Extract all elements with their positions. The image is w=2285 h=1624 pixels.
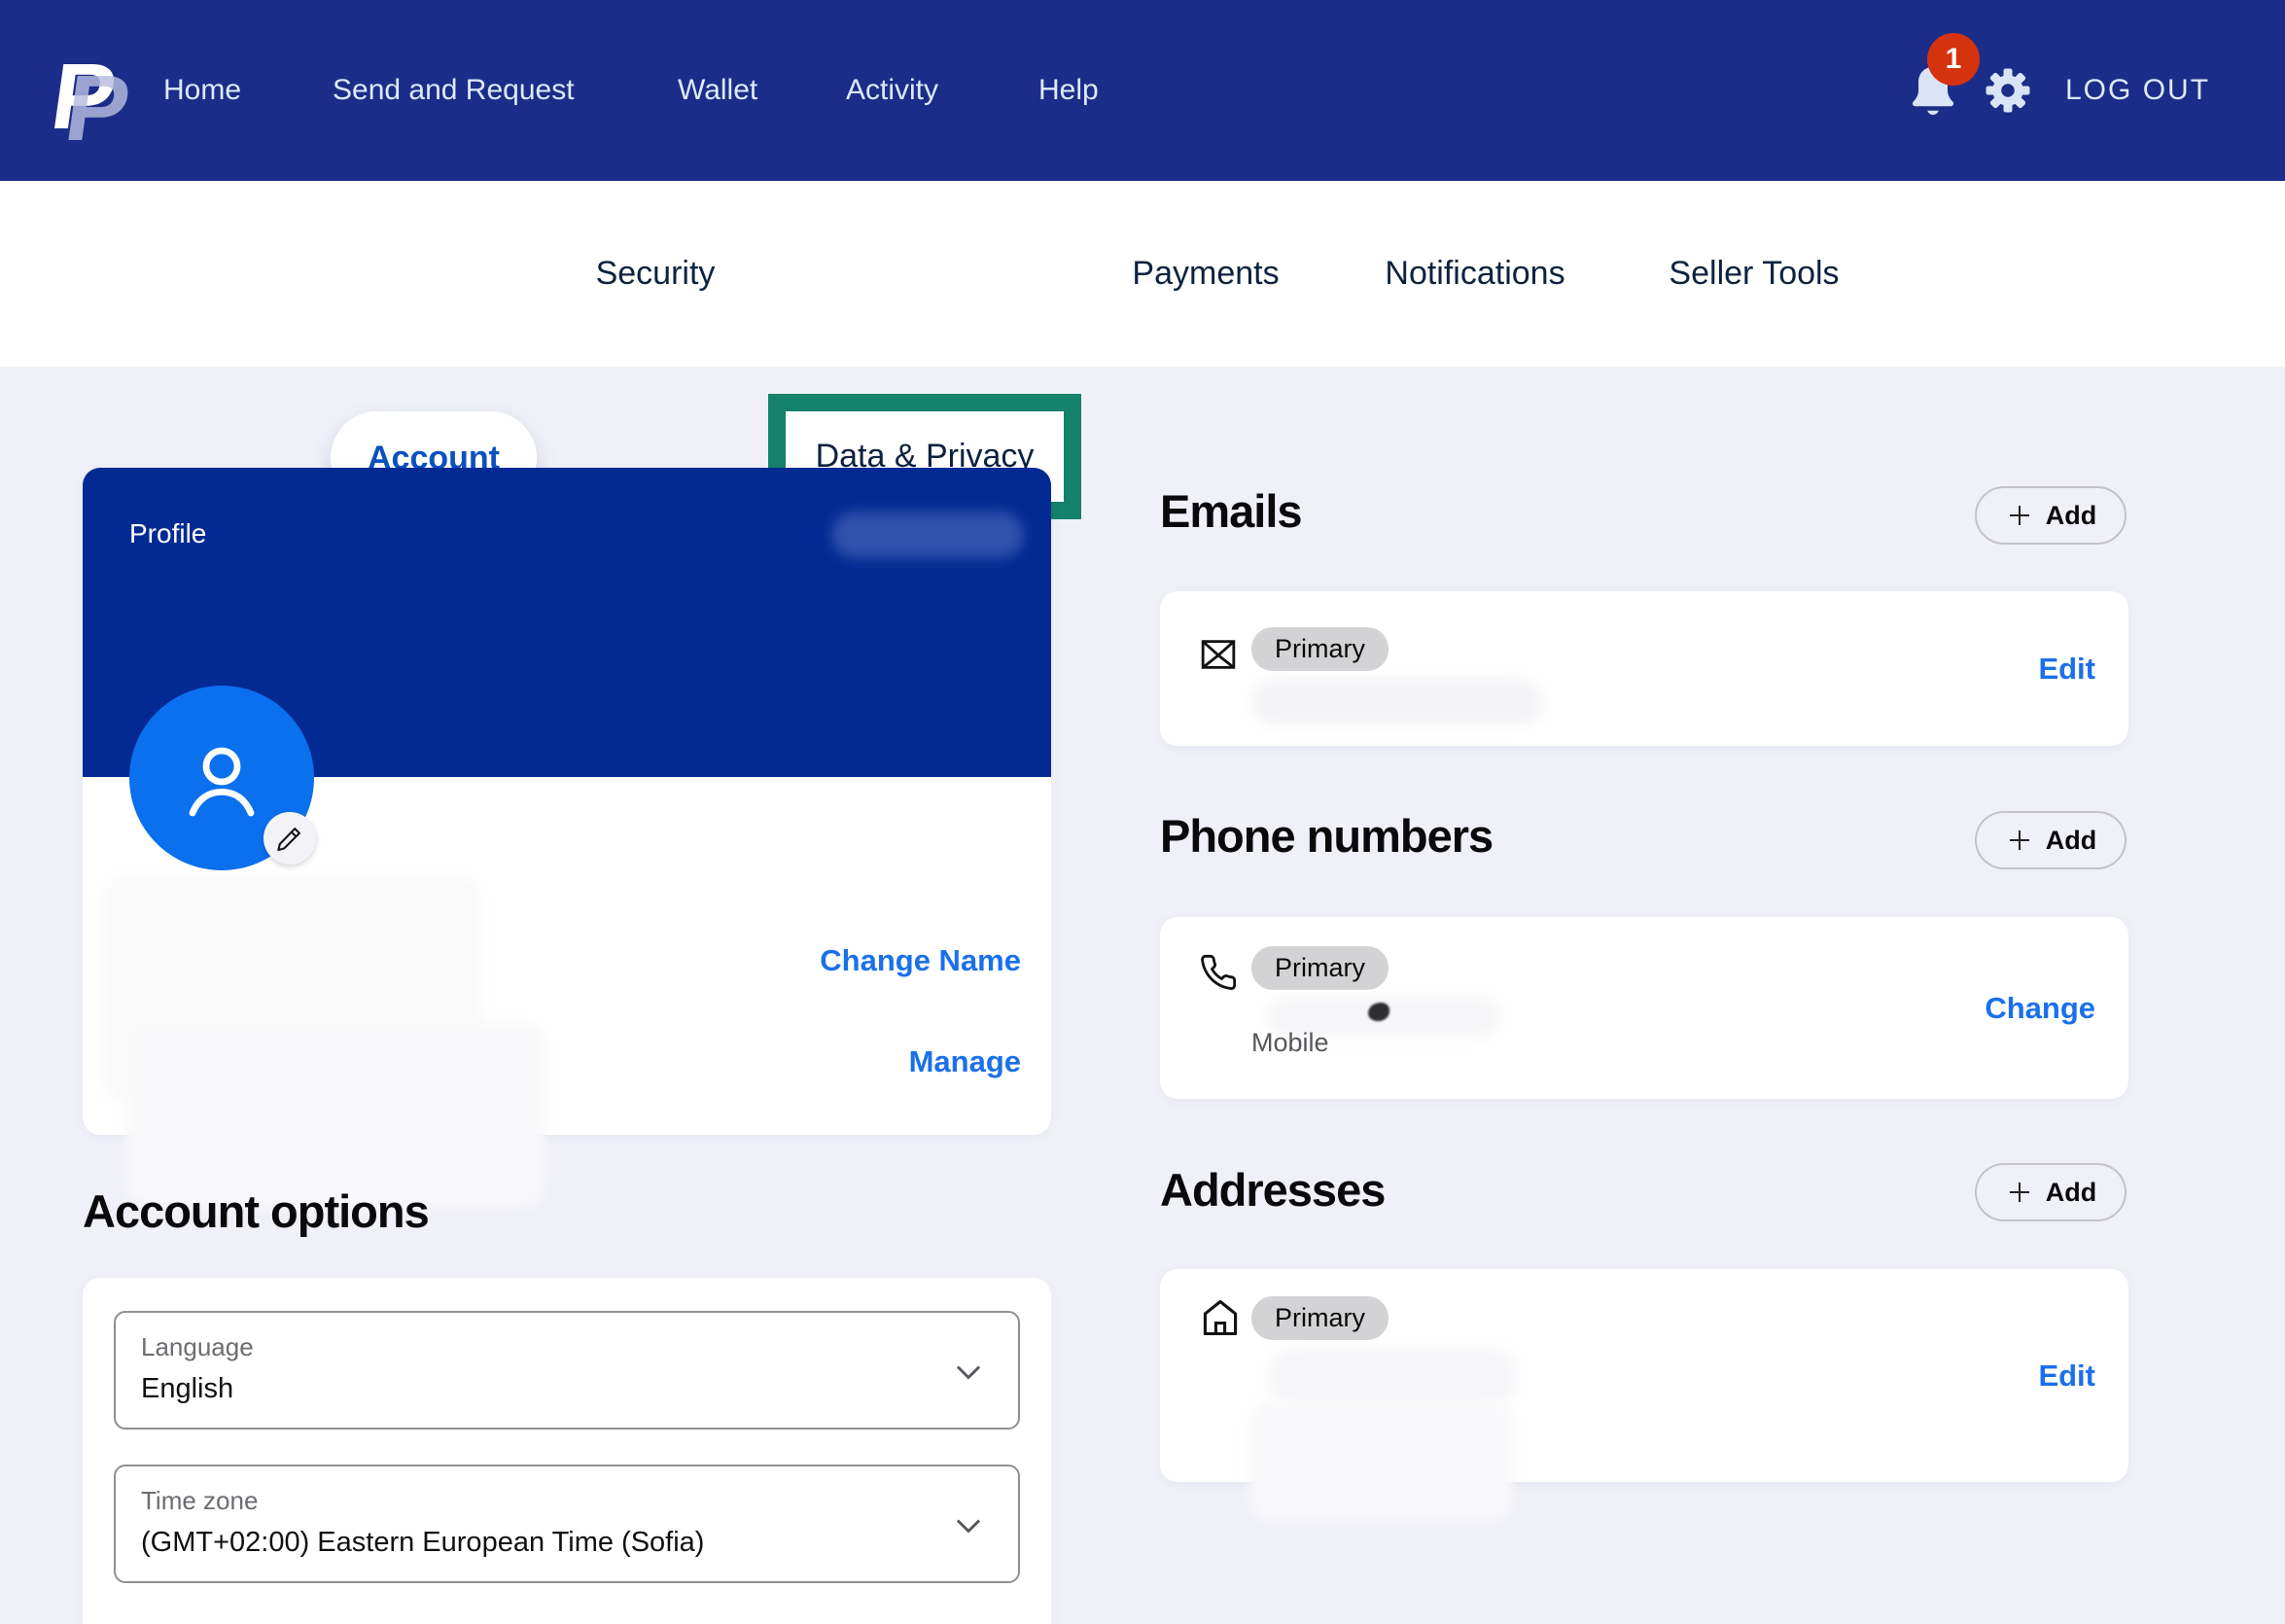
user-icon bbox=[175, 731, 268, 825]
redacted-address-line bbox=[1269, 1349, 1517, 1405]
phone-type-label: Mobile bbox=[1251, 1028, 1329, 1058]
envelope-icon bbox=[1199, 635, 1238, 674]
nav-item-help[interactable]: Help bbox=[1038, 0, 1099, 181]
primary-badge: Primary bbox=[1251, 1296, 1389, 1340]
nav-item-activity[interactable]: Activity bbox=[846, 0, 938, 181]
phone-icon bbox=[1199, 953, 1238, 992]
notification-count-badge: 1 bbox=[1927, 33, 1980, 86]
account-options-heading: Account options bbox=[83, 1184, 429, 1238]
edit-address-link[interactable]: Edit bbox=[2038, 1359, 2095, 1394]
change-phone-link[interactable]: Change bbox=[1985, 991, 2095, 1026]
language-select[interactable]: Language English bbox=[114, 1311, 1020, 1430]
language-value: English bbox=[141, 1373, 233, 1405]
add-address-label: Add bbox=[2046, 1178, 2096, 1208]
language-label: Language bbox=[141, 1332, 254, 1362]
emails-heading: Emails bbox=[1160, 484, 1302, 538]
edit-email-link[interactable]: Edit bbox=[2038, 652, 2095, 687]
redacted-account-name bbox=[831, 512, 1024, 558]
settings-gear-icon[interactable] bbox=[1982, 64, 2034, 117]
address-row-card: Primary Edit bbox=[1160, 1269, 2128, 1482]
addresses-heading: Addresses bbox=[1160, 1163, 1385, 1217]
phone-row-card: Primary Mobile Change bbox=[1160, 917, 2128, 1099]
pencil-icon bbox=[276, 825, 303, 852]
home-icon bbox=[1199, 1296, 1242, 1339]
phone-numbers-heading: Phone numbers bbox=[1160, 809, 1493, 863]
primary-badge: Primary bbox=[1251, 627, 1389, 671]
redacted-profile-text bbox=[126, 1022, 545, 1207]
redacted-address-line bbox=[1249, 1400, 1512, 1522]
chevron-down-icon bbox=[950, 1354, 987, 1391]
change-name-link[interactable]: Change Name bbox=[820, 943, 1021, 978]
add-email-label: Add bbox=[2046, 501, 2096, 531]
plus-icon bbox=[2005, 501, 2034, 530]
nav-item-wallet[interactable]: Wallet bbox=[678, 0, 757, 181]
settings-tabbar: Account Security Data & Privacy Payments… bbox=[0, 181, 2285, 367]
add-phone-label: Add bbox=[2046, 826, 2096, 856]
add-email-button[interactable]: Add bbox=[1975, 486, 2127, 545]
tab-notifications[interactable]: Notifications bbox=[1385, 181, 1564, 367]
tab-security[interactable]: Security bbox=[596, 181, 716, 367]
plus-icon bbox=[2005, 826, 2034, 855]
add-phone-button[interactable]: Add bbox=[1975, 811, 2127, 869]
nav-item-send-and-request[interactable]: Send and Request bbox=[333, 0, 575, 181]
add-address-button[interactable]: Add bbox=[1975, 1163, 2127, 1221]
primary-badge: Primary bbox=[1251, 946, 1389, 990]
plus-icon bbox=[2005, 1178, 2034, 1207]
tab-payments[interactable]: Payments bbox=[1132, 181, 1279, 367]
top-navbar: P P Home Send and Request Wallet Activit… bbox=[0, 0, 2285, 181]
time-zone-value: (GMT+02:00) Eastern European Time (Sofia… bbox=[141, 1527, 704, 1559]
profile-card: Profile Change Name Manage bbox=[83, 468, 1051, 1135]
nav-item-home[interactable]: Home bbox=[163, 0, 241, 181]
time-zone-select[interactable]: Time zone (GMT+02:00) Eastern European T… bbox=[114, 1465, 1020, 1583]
manage-link[interactable]: Manage bbox=[909, 1044, 1021, 1079]
chevron-down-icon bbox=[950, 1507, 987, 1544]
paypal-settings-page: P P Home Send and Request Wallet Activit… bbox=[0, 0, 2285, 1624]
email-row-card: Primary Edit bbox=[1160, 591, 2128, 746]
profile-title: Profile bbox=[129, 518, 206, 549]
edit-avatar-button[interactable] bbox=[264, 812, 316, 865]
account-options-card: Language English Time zone (GMT+02:00) E… bbox=[83, 1278, 1051, 1624]
tab-seller-tools[interactable]: Seller Tools bbox=[1669, 181, 1839, 367]
log-out-button[interactable]: LOG OUT bbox=[2065, 0, 2210, 181]
time-zone-label: Time zone bbox=[141, 1486, 258, 1516]
redacted-email-address bbox=[1251, 679, 1543, 725]
paypal-logo-icon[interactable]: P P bbox=[47, 43, 134, 150]
